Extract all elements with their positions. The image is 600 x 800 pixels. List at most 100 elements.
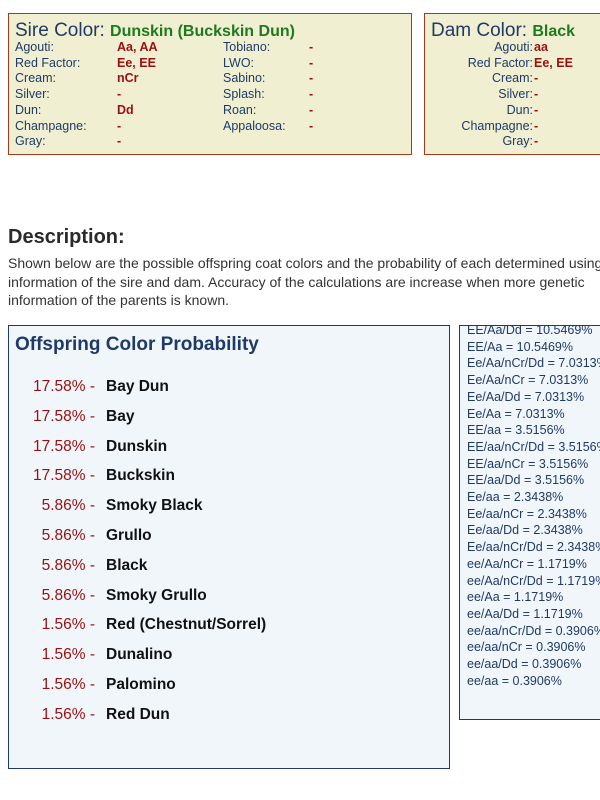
dam-title: Dam Color: Black: [431, 20, 575, 42]
offspring-color-name: Dunalino: [106, 646, 173, 664]
sire-gene-value: -: [309, 71, 314, 86]
genotype-item: EE/aa = 3.5156%: [467, 423, 565, 438]
sire-gene-label: Cream:: [15, 71, 56, 86]
dam-gene-label: Cream:: [492, 71, 533, 86]
sire-gene-label: LWO:: [223, 55, 255, 70]
offspring-row: 1.56% - Red Dun: [9, 704, 439, 726]
sire-gene-values-left: Aa, AA Ee, EE nCr - Dd - -: [117, 40, 217, 150]
sire-gene-value: Dd: [117, 102, 134, 117]
sire-gene-label: Splash:: [223, 87, 265, 102]
genotype-item: Ee/aa/nCr/Dd = 2.3438%: [467, 540, 600, 555]
genotype-item: Ee/Aa/Dd = 7.0313%: [467, 389, 585, 404]
offspring-row: 17.58% - Bay Dun: [9, 376, 439, 398]
sire-title: Sire Color: Dunskin (Buckskin Dun): [15, 20, 295, 42]
dam-title-label: Dam Color:: [431, 20, 528, 41]
dam-color-value: Black: [532, 23, 576, 40]
dam-color-panel: Dam Color: Black Agouti: Red Factor: Cream…: [424, 13, 600, 155]
sire-gene-value: -: [309, 55, 314, 70]
offspring-color-name: Smoky Black: [106, 497, 203, 515]
offspring-probability: 17.58% -: [32, 378, 95, 395]
offspring-probability: 1.56% -: [41, 705, 95, 723]
offspring-color-name: Red Dun: [106, 705, 170, 723]
dam-gene-values: aa Ee, EE - - - - -: [534, 40, 594, 150]
dam-gene-value: aa: [534, 40, 548, 54]
offspring-probability: 17.58% -: [32, 467, 95, 485]
offspring-color-name: Bay Dun: [106, 378, 169, 395]
sire-gene-label: Champagne:: [15, 118, 87, 133]
offspring-probability: 5.86% -: [41, 527, 95, 544]
dam-gene-value: -: [534, 71, 539, 86]
sire-gene-label: Gray:: [15, 134, 46, 149]
dam-gene-value: Ee, EE: [534, 55, 573, 70]
offspring-probability-panel: Offspring Color Probability 17.58% - Bay …: [8, 325, 450, 769]
dam-gene-value: -: [534, 102, 539, 117]
dam-gene-label: Agouti:: [494, 40, 533, 54]
offspring-row: 17.58% - Buckskin: [9, 465, 439, 487]
sire-gene-value: -: [117, 134, 122, 149]
sire-gene-value: -: [309, 102, 314, 117]
offspring-probability: 1.56% -: [41, 676, 95, 693]
genotype-item: ee/Aa/nCr = 1.1719%: [467, 556, 587, 571]
genotype-item: Ee/aa/Dd = 2.3438%: [467, 523, 583, 538]
dam-gene-label: Gray:: [502, 134, 533, 149]
dam-gene-label: Champagne:: [461, 118, 533, 133]
sire-gene-label: Silver:: [15, 87, 50, 102]
genotype-item: ee/aa = 0.3906%: [467, 673, 562, 688]
genotype-item: Ee/Aa/nCr/Dd = 7.0313%: [467, 356, 600, 371]
offspring-probability: 17.58% -: [32, 407, 95, 425]
offspring-row: 1.56% - Red (Chestnut/Sorrel): [9, 614, 439, 636]
genotype-item: Ee/aa/nCr = 2.3438%: [467, 506, 587, 521]
offspring-color-name: Bay: [106, 407, 135, 425]
genotype-list: EE/Aa/Dd = 10.5469% EE/Aa = 10.5469% Ee/Aa…: [467, 325, 600, 689]
offspring-probability: 1.56% -: [41, 616, 95, 634]
dam-gene-labels: Agouti: Red Factor: Cream: Silver: Dun: Champ…: [425, 40, 533, 150]
sire-gene-value: -: [309, 40, 314, 54]
sire-color-panel: Sire Color: Dunskin (Buckskin Dun) Agout…: [8, 13, 412, 155]
offspring-row: 1.56% - Palomino: [9, 674, 439, 696]
sire-gene-value: -: [309, 118, 314, 133]
genotype-item: EE/aa/nCr = 3.5156%: [467, 456, 589, 471]
sire-gene-value: -: [117, 87, 122, 102]
dam-gene-label: Red Factor:: [467, 55, 533, 70]
genotype-item: EE/Aa/Dd = 10.5469%: [467, 325, 593, 337]
dam-gene-label: Dun:: [506, 102, 533, 117]
offspring-row: 5.86% - Black: [9, 555, 439, 577]
genotype-item: EE/aa/Dd = 3.5156%: [467, 473, 585, 488]
offspring-row: 5.86% - Smoky Black: [9, 495, 439, 517]
sire-gene-value: Ee, EE: [117, 55, 156, 70]
sire-gene-label: Dun:: [15, 102, 42, 117]
offspring-color-name: Buckskin: [106, 467, 175, 485]
genotype-item: ee/aa/Dd = 0.3906%: [467, 657, 582, 672]
offspring-probability: 5.86% -: [41, 586, 95, 604]
genotype-item: Ee/Aa = 7.0313%: [467, 406, 565, 421]
offspring-row: 5.86% - Smoky Grullo: [9, 585, 439, 607]
sire-gene-value: -: [117, 118, 122, 133]
offspring-color-name: Black: [106, 556, 148, 574]
genotype-item: ee/aa/nCr = 0.3906%: [467, 640, 586, 655]
dam-gene-value: -: [534, 134, 539, 149]
description-text: Shown below are the possible offspring c…: [8, 255, 600, 308]
offspring-probability: 17.58% -: [32, 437, 95, 455]
offspring-probability: 5.86% -: [41, 497, 95, 515]
dam-gene-value: -: [534, 118, 539, 133]
sire-gene-label: Roan:: [223, 102, 257, 117]
genotype-item: EE/Aa = 10.5469%: [467, 339, 573, 354]
sire-gene-value: Aa, AA: [117, 40, 158, 54]
sire-gene-label: Appaloosa:: [223, 118, 286, 133]
offspring-color-name: Palomino: [106, 676, 176, 693]
offspring-color-name: Grullo: [106, 527, 152, 544]
dam-gene-value: -: [534, 87, 539, 102]
sire-title-label: Sire Color:: [15, 20, 105, 41]
offspring-row: 5.86% - Grullo: [9, 525, 439, 547]
offspring-row: 1.56% - Dunalino: [9, 644, 439, 666]
offspring-row: 17.58% - Bay: [9, 406, 439, 428]
sire-gene-values-right: ------: [309, 40, 349, 134]
genotype-item: ee/Aa/nCr/Dd = 1.1719%: [467, 573, 600, 588]
sire-gene-label: Agouti:: [15, 40, 54, 54]
genotype-panel[interactable]: EE/Aa/Dd = 10.5469% EE/Aa = 10.5469% Ee/Aa…: [459, 325, 600, 720]
genotype-item: Ee/aa = 2.3438%: [467, 490, 564, 505]
offspring-color-name: Dunskin: [106, 437, 168, 455]
sire-gene-label: Red Factor:: [15, 55, 81, 70]
genotype-item: Ee/Aa/nCr = 7.0313%: [467, 373, 589, 388]
sire-color-value: Dunskin (Buckskin Dun): [110, 23, 295, 40]
